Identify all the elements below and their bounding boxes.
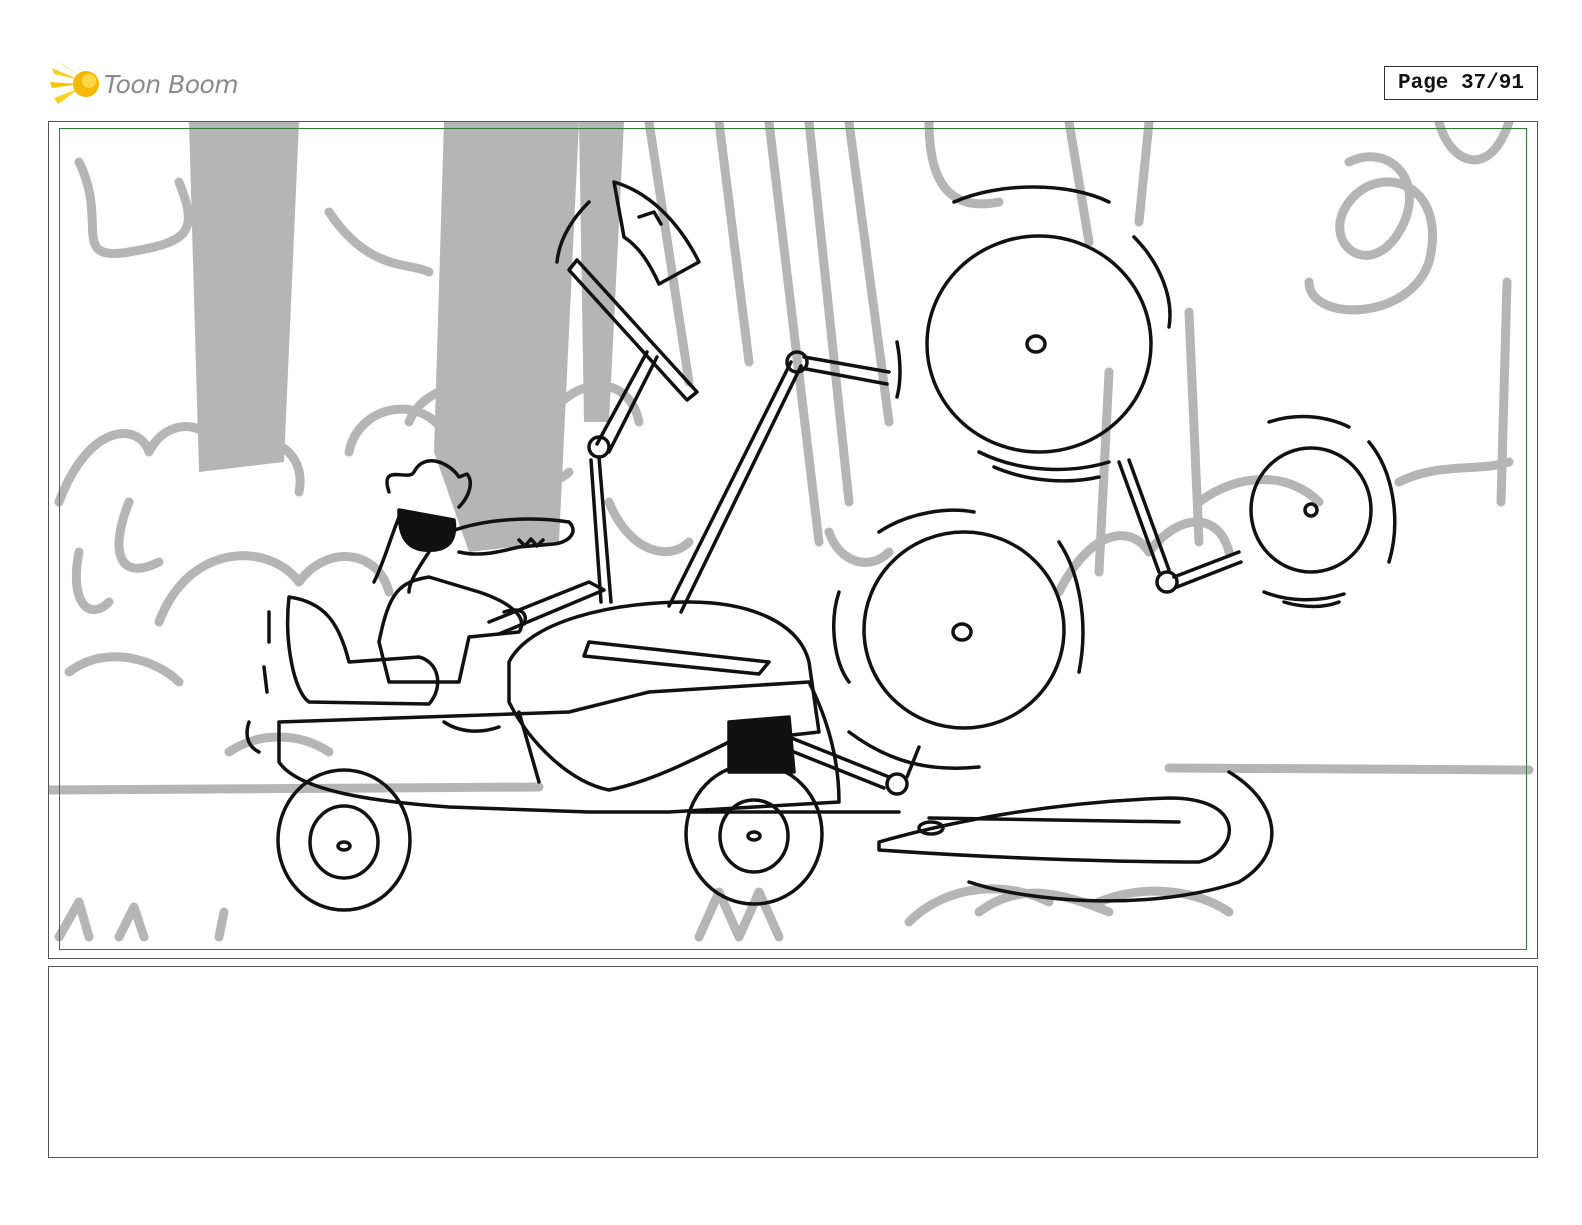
panel-drawing: [49, 122, 1534, 942]
blade-disc-top: [925, 234, 1153, 454]
driver-glasses: [397, 508, 457, 552]
toon-boom-comet-icon: [50, 62, 99, 104]
driver-body: [377, 575, 524, 684]
mower-deck: [877, 796, 1231, 864]
caption-box: [48, 966, 1538, 1158]
header-logo: Toon Boom: [50, 58, 250, 110]
background-trees: [189, 122, 624, 552]
front-wheel: [684, 762, 824, 906]
blade-disc-right: [1249, 446, 1373, 574]
page-number: Page 37/91: [1384, 66, 1538, 100]
storyboard-panel: [48, 121, 1538, 959]
brand-name: Toon Boom: [104, 69, 239, 99]
tractor-seat: [285, 595, 440, 706]
caption-text: [49, 967, 1537, 991]
blade-disc-left: [862, 530, 1066, 730]
